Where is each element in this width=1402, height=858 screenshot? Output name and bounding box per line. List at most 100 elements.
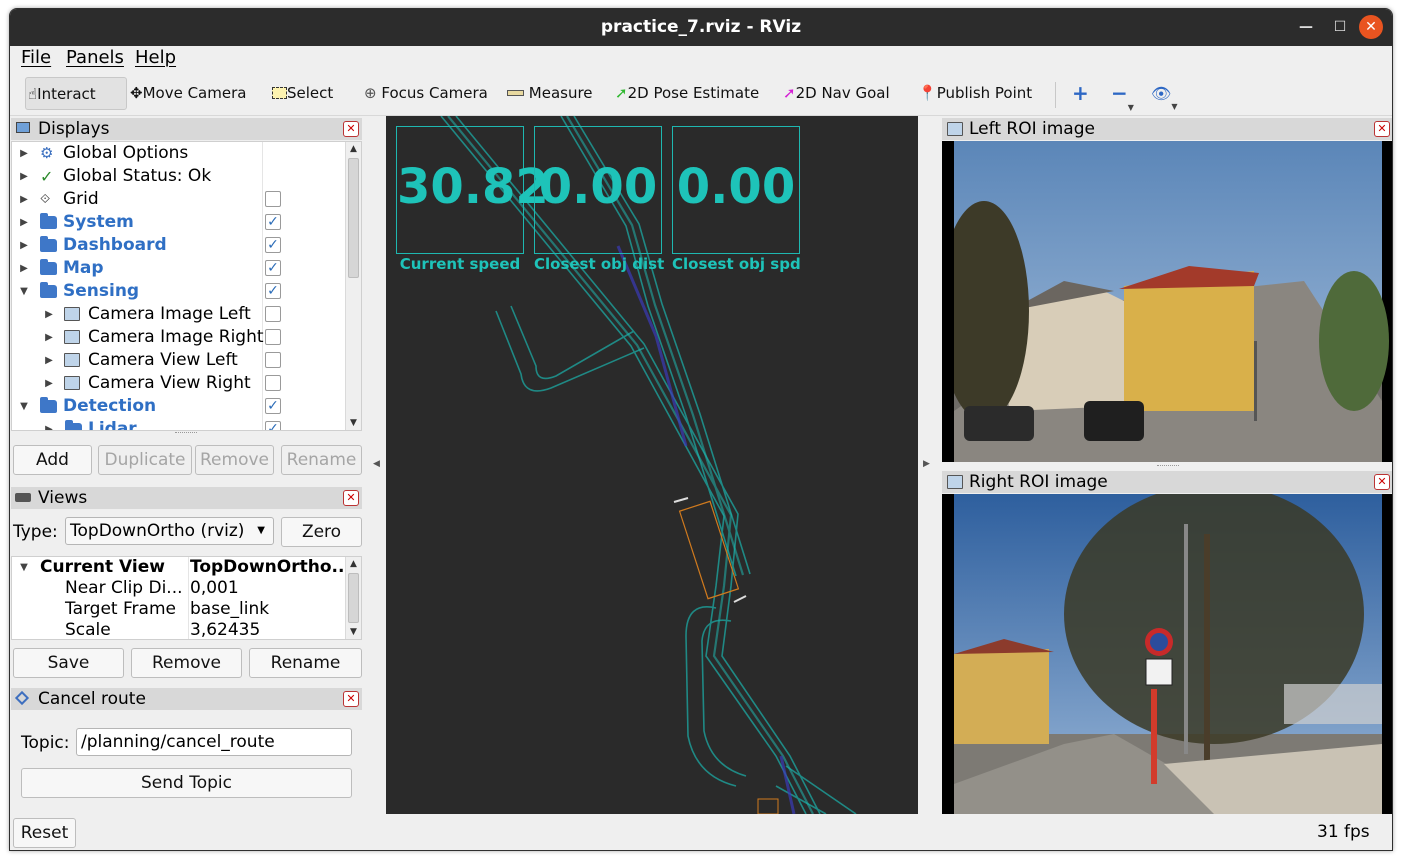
display-enable-checkbox[interactable]: ✓: [265, 260, 281, 276]
display-enable-checkbox[interactable]: ✓: [265, 237, 281, 253]
tool-select[interactable]: Select: [272, 77, 333, 110]
tool-2d-nav-goal[interactable]: ➚2D Nav Goal: [783, 77, 890, 110]
tool-measure[interactable]: Measure: [507, 77, 593, 110]
rename-view-button[interactable]: Rename: [249, 648, 362, 678]
expand-arrow-icon[interactable]: ▶: [18, 142, 30, 165]
display-label: Global Options: [63, 143, 189, 163]
expand-arrow-icon[interactable]: ▶: [18, 234, 30, 257]
display-row[interactable]: ▶ Camera View Left: [12, 349, 361, 372]
view-type-select[interactable]: TopDownOrtho (rviz) ▼: [65, 517, 274, 545]
view-property-row[interactable]: ▼ Current View TopDownOrtho...: [12, 557, 361, 578]
displays-tree[interactable]: ▶ ⚙ Global Options ▶ ✓ Global Status: Ok ▶ ⟐ Gri…: [11, 141, 362, 431]
rename-display-button[interactable]: Rename: [281, 445, 362, 475]
display-row[interactable]: ▶ Camera Image Left: [12, 303, 361, 326]
display-row[interactable]: ▼ Detection ✓: [12, 395, 361, 418]
display-enable-checkbox[interactable]: ✓: [265, 214, 281, 230]
close-views-icon[interactable]: ✕: [343, 490, 359, 506]
close-right-roi-icon[interactable]: ✕: [1374, 474, 1390, 490]
display-row[interactable]: ▼ Sensing ✓: [12, 280, 361, 303]
render-view[interactable]: 30.82 Current speed 0.00 Closest obj dis…: [386, 116, 918, 814]
remove-tool-icon[interactable]: −▼: [1111, 77, 1134, 112]
expand-arrow-icon[interactable]: ▶: [43, 418, 55, 430]
expand-arrow-icon[interactable]: ▶: [43, 326, 55, 349]
close-icon[interactable]: ✕: [1359, 15, 1383, 39]
topic-label: Topic:: [21, 733, 70, 753]
tool-move-camera[interactable]: ✥Move Camera: [130, 77, 246, 110]
display-enable-checkbox[interactable]: [265, 375, 281, 391]
expand-arrow-icon[interactable]: ▶: [18, 165, 30, 188]
close-left-roi-icon[interactable]: ✕: [1374, 121, 1390, 137]
scroll-thumb[interactable]: [348, 158, 359, 278]
tool-2d-pose-estimate[interactable]: ➚2D Pose Estimate: [615, 77, 759, 110]
menu-help[interactable]: Help: [135, 47, 176, 68]
save-view-button[interactable]: Save: [13, 648, 124, 678]
display-enable-checkbox[interactable]: ✓: [265, 283, 281, 299]
property-value[interactable]: TopDownOrtho...: [190, 557, 351, 578]
display-enable-checkbox[interactable]: [265, 329, 281, 345]
expand-arrow-icon[interactable]: ▶: [43, 372, 55, 395]
display-enable-checkbox[interactable]: ✓: [265, 421, 281, 430]
display-enable-checkbox[interactable]: [265, 352, 281, 368]
scroll-thumb[interactable]: [348, 573, 359, 623]
displays-scrollbar[interactable]: ▲ ▼: [345, 142, 361, 430]
collapse-arrow-icon[interactable]: ▼: [18, 395, 30, 418]
expand-arrow-icon[interactable]: ▶: [18, 257, 30, 280]
property-value[interactable]: base_link: [190, 599, 269, 620]
duplicate-display-button[interactable]: Duplicate: [98, 445, 192, 475]
maximize-icon[interactable]: ☐: [1328, 15, 1352, 39]
display-row[interactable]: ▶ Camera View Right: [12, 372, 361, 395]
display-row[interactable]: ▶ ✓ Global Status: Ok: [12, 165, 361, 188]
topic-input[interactable]: /planning/cancel_route: [76, 728, 352, 756]
views-scrollbar[interactable]: ▲ ▼: [345, 557, 361, 639]
display-row[interactable]: ▶ System ✓: [12, 211, 361, 234]
display-row[interactable]: ▶ Map ✓: [12, 257, 361, 280]
display-row[interactable]: ▶ Lidar ✓: [12, 418, 361, 430]
display-enable-checkbox[interactable]: ✓: [265, 398, 281, 414]
add-display-button[interactable]: Add: [13, 445, 92, 475]
display-row[interactable]: ▶ Dashboard ✓: [12, 234, 361, 257]
expand-arrow-icon[interactable]: ▶: [18, 188, 30, 211]
reset-button[interactable]: Reset: [13, 818, 76, 848]
speed-label: Current speed: [399, 255, 521, 273]
scroll-up-icon[interactable]: ▲: [346, 142, 361, 156]
display-enable-checkbox[interactable]: [265, 306, 281, 322]
display-row[interactable]: ▶ ⟐ Grid: [12, 188, 361, 211]
add-tool-icon[interactable]: +: [1072, 77, 1089, 110]
remove-view-button[interactable]: Remove: [131, 648, 242, 678]
property-value[interactable]: 0,001: [190, 578, 239, 599]
scroll-up-icon[interactable]: ▲: [346, 557, 361, 571]
view-property-row[interactable]: Near Clip Di... 0,001: [12, 578, 361, 599]
display-enable-checkbox[interactable]: [265, 191, 281, 207]
expand-arrow-icon[interactable]: ▶: [43, 303, 55, 326]
close-cancel-route-icon[interactable]: ✕: [343, 691, 359, 707]
splitter-handle[interactable]: [1157, 465, 1179, 468]
view-type-label: Type:: [13, 522, 58, 542]
display-row[interactable]: ▶ Camera Image Right: [12, 326, 361, 349]
close-displays-icon[interactable]: ✕: [343, 121, 359, 137]
splitter-handle[interactable]: [175, 432, 197, 435]
collapse-arrow-icon[interactable]: ▼: [18, 280, 30, 303]
expand-arrow-icon[interactable]: ▶: [43, 349, 55, 372]
view-eye-icon[interactable]: 👁▼: [1151, 77, 1177, 111]
tool-interact[interactable]: ☝Interact: [25, 77, 127, 110]
collapse-left-icon[interactable]: ◀: [373, 459, 380, 469]
tool-focus-camera[interactable]: ⊕ Focus Camera: [364, 77, 488, 110]
ruler-icon: [507, 90, 524, 96]
send-topic-button[interactable]: Send Topic: [21, 768, 352, 798]
views-properties[interactable]: ▼ Current View TopDownOrtho... Near Clip Di…: [11, 556, 362, 640]
scroll-down-icon[interactable]: ▼: [346, 416, 361, 430]
display-row[interactable]: ▶ ⚙ Global Options: [12, 142, 361, 165]
remove-display-button[interactable]: Remove: [195, 445, 274, 475]
property-value[interactable]: 3,62435: [190, 620, 260, 639]
collapse-arrow-icon[interactable]: ▼: [18, 557, 30, 578]
zero-button[interactable]: Zero: [281, 517, 362, 547]
menu-file[interactable]: File: [21, 47, 51, 68]
collapse-right-icon[interactable]: ▶: [923, 459, 930, 469]
minimize-icon[interactable]: —: [1294, 15, 1318, 39]
view-property-row[interactable]: Scale 3,62435: [12, 620, 361, 639]
menu-panels[interactable]: Panels: [66, 47, 124, 68]
scroll-down-icon[interactable]: ▼: [346, 625, 361, 639]
view-property-row[interactable]: Target Frame base_link: [12, 599, 361, 620]
tool-publish-point[interactable]: 📍Publish Point: [918, 77, 1032, 110]
expand-arrow-icon[interactable]: ▶: [18, 211, 30, 234]
